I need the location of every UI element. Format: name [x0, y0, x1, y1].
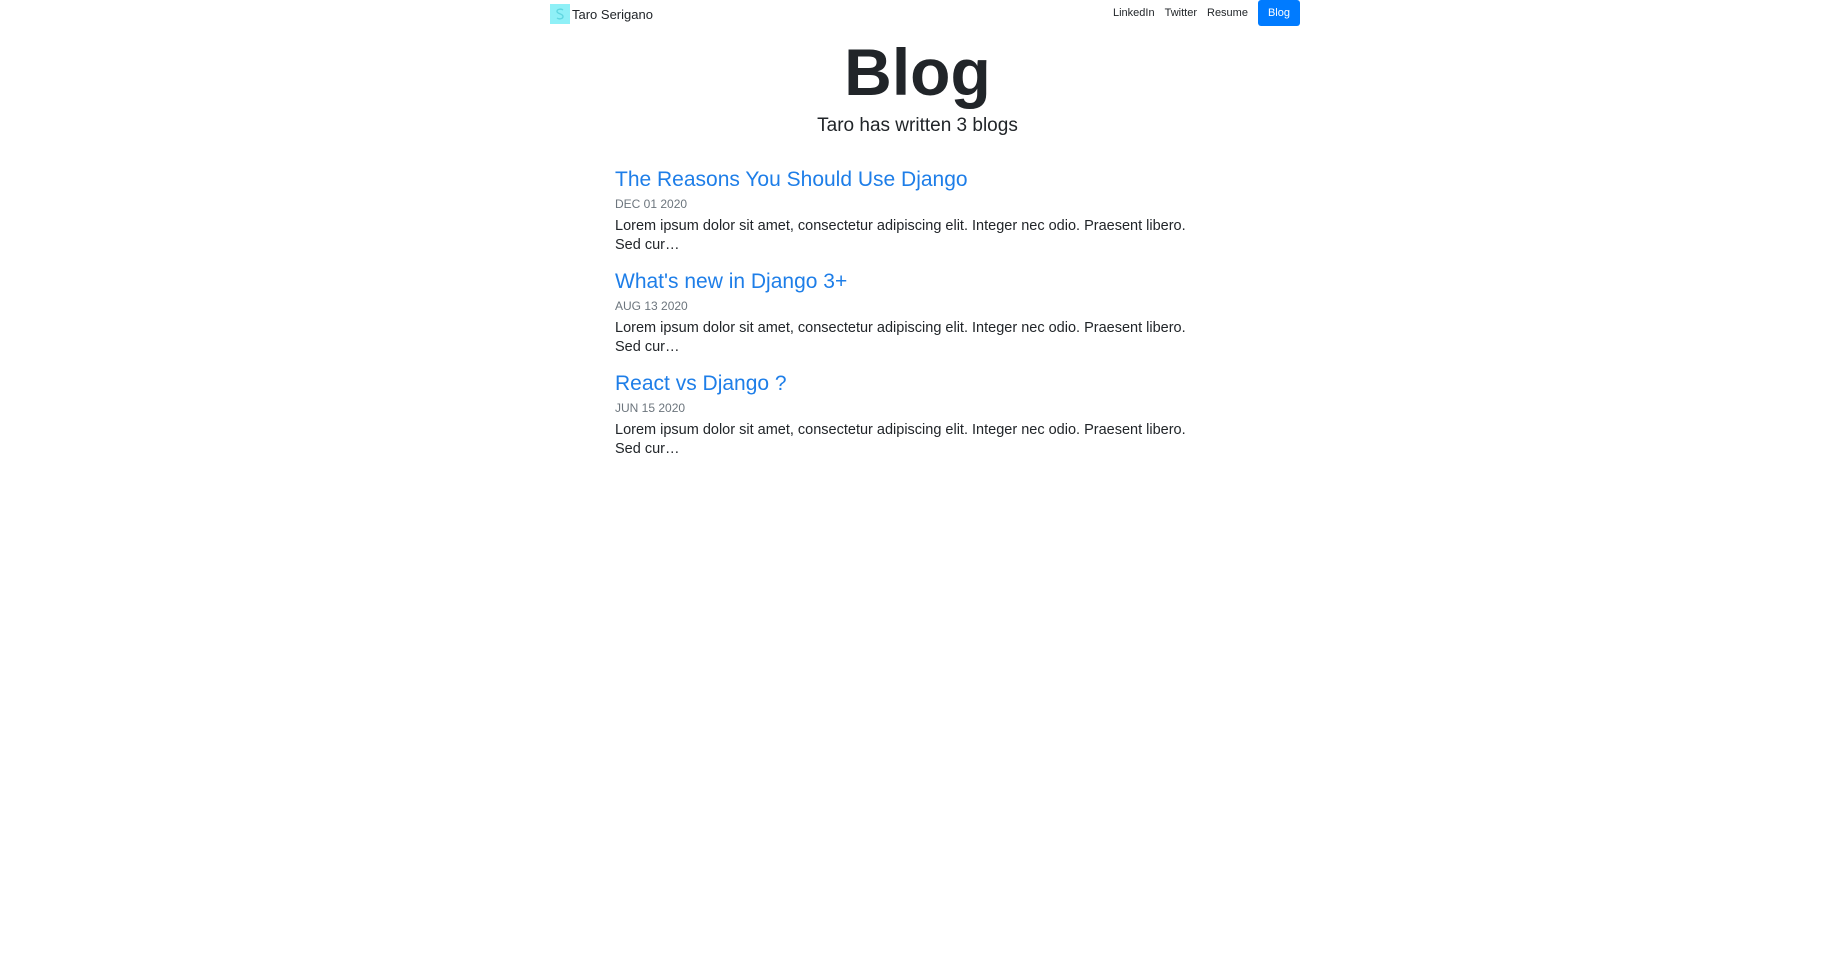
page-subtitle: Taro has written 3 blogs [817, 115, 1018, 136]
page-header: Blog Taro has written 3 blogs [0, 30, 1835, 138]
nav-link-blog[interactable]: Blog [1257, 0, 1300, 26]
blog-post-item: The Reasons You Should Use Django DEC 01… [615, 166, 1215, 255]
blog-post-excerpt: Lorem ipsum dolor sit amet, consectetur … [615, 218, 1186, 253]
nav-link-linkedin[interactable]: LinkedIn [1108, 0, 1160, 26]
blog-post-title-link[interactable]: React vs Django ? [615, 370, 1215, 398]
blog-post-title-link[interactable]: The Reasons You Should Use Django [615, 166, 1215, 194]
nav-links: LinkedIn Twitter Resume Blog [1108, 0, 1300, 26]
blog-post-item: What's new in Django 3+ AUG 13 2020 Lore… [615, 268, 1215, 357]
page-title: Blog [844, 35, 991, 109]
blog-post-title-link[interactable]: What's new in Django 3+ [615, 268, 1215, 296]
blog-post-item: React vs Django ? JUN 15 2020 Lorem ipsu… [615, 370, 1215, 459]
logo-icon [550, 4, 570, 24]
brand-link[interactable]: Taro Serigano [550, 4, 653, 24]
brand-name: Taro Serigano [572, 6, 653, 22]
blog-post-date: AUG 13 2020 [615, 299, 688, 313]
blog-post-excerpt: Lorem ipsum dolor sit amet, consectetur … [615, 422, 1186, 457]
nav-link-twitter[interactable]: Twitter [1160, 0, 1202, 26]
blog-post-excerpt: Lorem ipsum dolor sit amet, consectetur … [615, 320, 1186, 355]
blog-post-date: DEC 01 2020 [615, 197, 688, 211]
nav-link-resume[interactable]: Resume [1202, 0, 1253, 26]
blog-post-date: JUN 15 2020 [615, 401, 686, 415]
blog-post-list: The Reasons You Should Use Django DEC 01… [615, 166, 1215, 472]
top-navbar: Taro Serigano LinkedIn Twitter Resume Bl… [550, 0, 1300, 26]
